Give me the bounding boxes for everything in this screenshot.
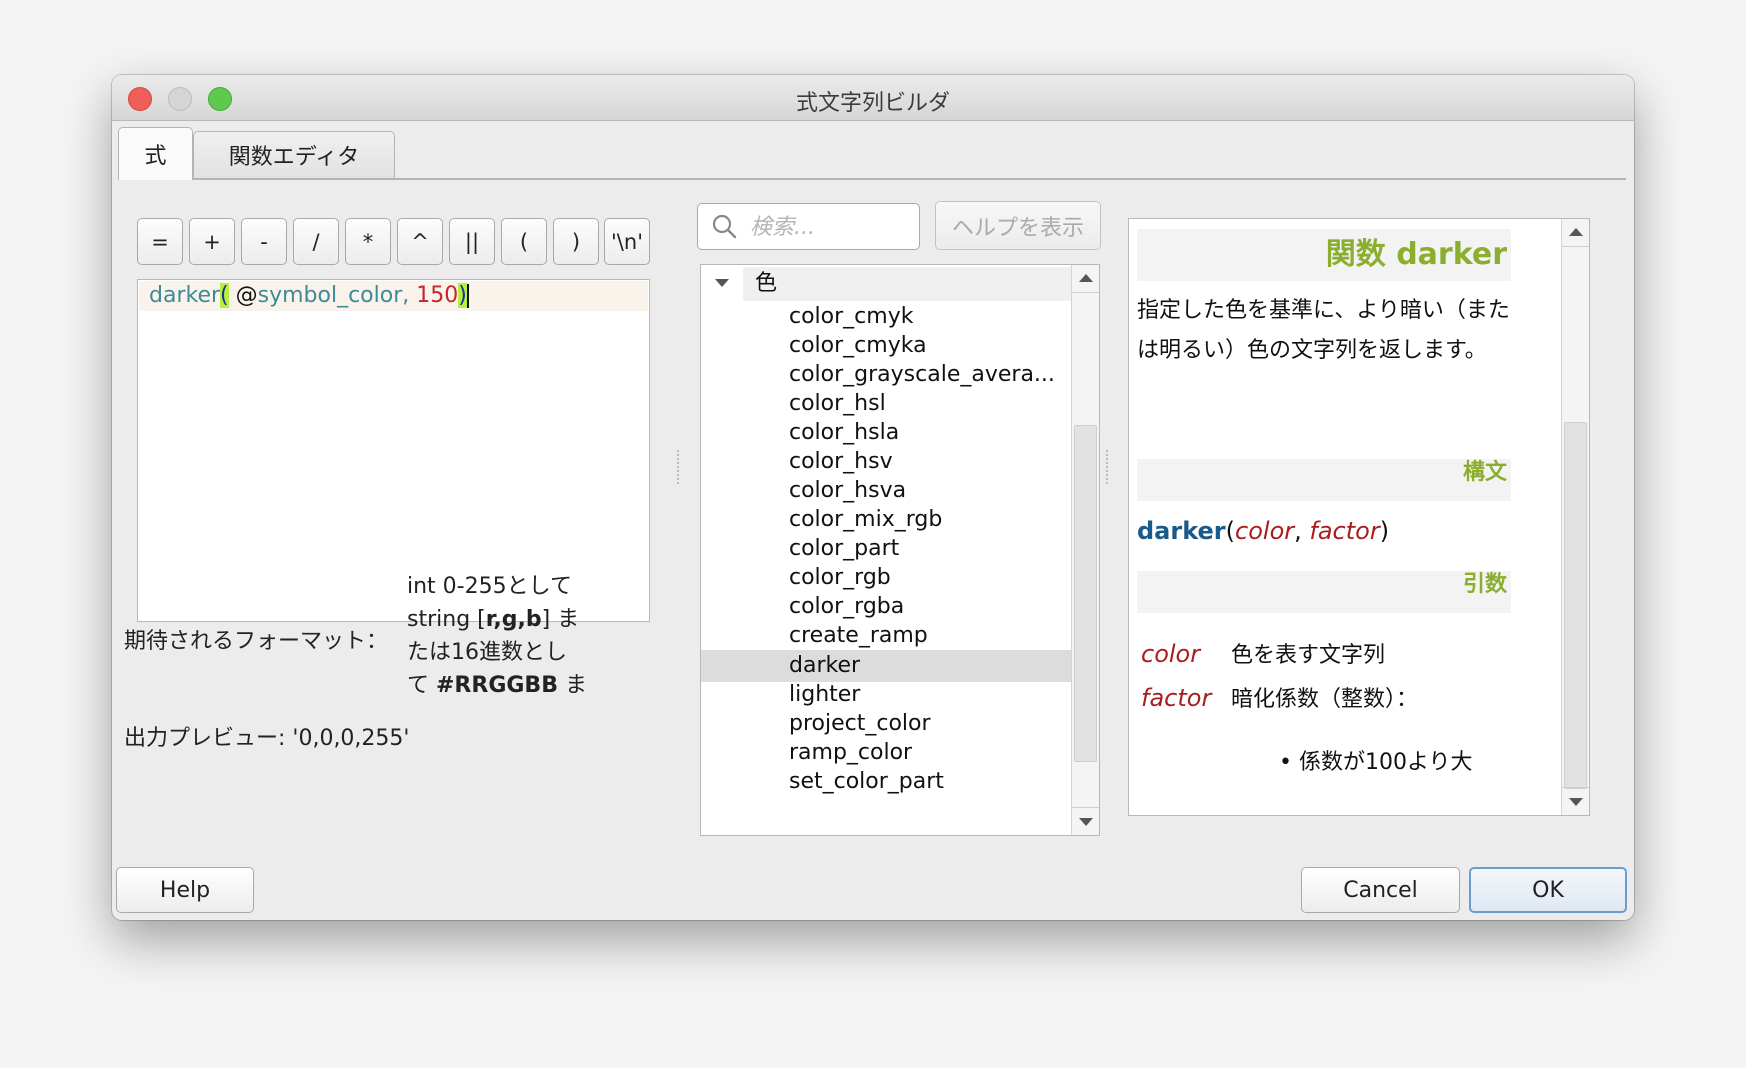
format-line: string [r,g,b] ま bbox=[407, 607, 580, 632]
cancel-button[interactable]: Cancel bbox=[1301, 867, 1460, 913]
operator-equals-button[interactable]: = bbox=[137, 218, 183, 265]
format-line: たは16進数とし bbox=[407, 640, 567, 665]
function-search-box[interactable] bbox=[697, 203, 920, 250]
expected-format-value: int 0-255として string [r,g,b] ま たは16進数とし て… bbox=[407, 570, 597, 702]
function-help-panel: 関数 darker 指定した色を基準に、より暗い（または明るい）色の文字列を返し… bbox=[1128, 218, 1590, 816]
scroll-down-arrow-icon[interactable] bbox=[1072, 807, 1099, 835]
tab-divider bbox=[118, 178, 1626, 180]
tree-item[interactable]: color_cmyk bbox=[701, 301, 1071, 333]
operator-multiply-button[interactable]: * bbox=[345, 218, 391, 265]
argument-row: factor 暗化係数（整数）： bbox=[1141, 684, 1419, 712]
tree-item[interactable]: color_hsl bbox=[701, 388, 1071, 420]
operator-minus-button[interactable]: - bbox=[241, 218, 287, 265]
tree-item[interactable]: color_rgba bbox=[701, 591, 1071, 623]
ok-button[interactable]: OK bbox=[1469, 867, 1627, 913]
tree-item[interactable]: color_hsla bbox=[701, 417, 1071, 449]
tree-scrollbar[interactable] bbox=[1071, 265, 1099, 835]
scrollbar-thumb[interactable] bbox=[1564, 422, 1587, 789]
help-description: 指定した色を基準に、より暗い（または明るい）色の文字列を返します。 bbox=[1137, 298, 1510, 363]
tree-item[interactable]: color_hsv bbox=[701, 446, 1071, 478]
token-number: 150 bbox=[416, 283, 459, 308]
operator-close-paren-button[interactable]: ) bbox=[553, 218, 599, 265]
syntax-signature: darker(color, factor) bbox=[1137, 517, 1390, 545]
help-title: 関数 darker bbox=[1137, 229, 1511, 281]
splitter-handle-left[interactable] bbox=[677, 450, 681, 484]
token-comma: , bbox=[402, 283, 417, 308]
operator-power-button[interactable]: ^ bbox=[397, 218, 443, 265]
tree-item[interactable]: create_ramp bbox=[701, 620, 1071, 652]
tree-item[interactable]: color_mix_rgb bbox=[701, 504, 1071, 536]
help-scrollbar[interactable] bbox=[1561, 219, 1589, 815]
show-help-button[interactable]: ヘルプを表示 bbox=[935, 201, 1101, 250]
token-close-paren: ) bbox=[458, 283, 467, 308]
operator-plus-button[interactable]: + bbox=[189, 218, 235, 265]
tree-item[interactable]: color_hsva bbox=[701, 475, 1071, 507]
operator-divide-button[interactable]: / bbox=[293, 218, 339, 265]
token-function: darker bbox=[149, 283, 221, 308]
tab-expression[interactable]: 式 bbox=[118, 127, 193, 180]
expression-builder-dialog: 式文字列ビルダ 式 関数エディタ = + - / * ^ || ( ) '\n'… bbox=[112, 75, 1634, 920]
tree-item-selected[interactable]: darker bbox=[701, 650, 1071, 682]
title-bar: 式文字列ビルダ bbox=[112, 75, 1634, 121]
tree-group-color[interactable]: 色 bbox=[743, 267, 1071, 301]
tree-item[interactable]: color_cmyka bbox=[701, 330, 1071, 362]
tab-bar: 式 関数エディタ bbox=[118, 127, 1628, 180]
expression-line[interactable]: darker( @symbol_color, 150) bbox=[139, 281, 648, 311]
tree-item[interactable]: project_color bbox=[701, 708, 1071, 740]
tree-item[interactable]: set_color_part bbox=[701, 766, 1071, 798]
scroll-up-arrow-icon[interactable] bbox=[1562, 219, 1589, 247]
output-preview: 出力プレビュー: '0,0,0,255' bbox=[124, 726, 410, 751]
token-at: @ bbox=[235, 283, 258, 308]
tree-item[interactable]: ramp_color bbox=[701, 737, 1071, 769]
splitter-handle-right[interactable] bbox=[1106, 450, 1110, 484]
syntax-header: 構文 bbox=[1137, 459, 1511, 501]
scrollbar-thumb[interactable] bbox=[1074, 425, 1097, 762]
token-variable: symbol_color bbox=[257, 283, 403, 308]
expected-format-label: 期待されるフォーマット： bbox=[124, 629, 389, 654]
operator-newline-button[interactable]: '\n' bbox=[604, 218, 650, 265]
operator-open-paren-button[interactable]: ( bbox=[501, 218, 547, 265]
expand-arrow-icon[interactable] bbox=[715, 279, 729, 287]
operator-concat-button[interactable]: || bbox=[449, 218, 495, 265]
tree-item[interactable]: color_rgb bbox=[701, 562, 1071, 594]
scroll-down-arrow-icon[interactable] bbox=[1562, 787, 1589, 815]
arguments-header: 引数 bbox=[1137, 571, 1511, 613]
token-open-paren: ( bbox=[220, 283, 229, 308]
search-input[interactable] bbox=[748, 210, 912, 244]
tree-item[interactable]: color_part bbox=[701, 533, 1071, 565]
format-line: int 0-255として bbox=[407, 574, 572, 599]
format-line: て #RRGGBB ま bbox=[407, 673, 587, 698]
search-icon bbox=[712, 214, 738, 244]
tree-item[interactable]: color_grayscale_avera... bbox=[701, 359, 1071, 391]
help-button[interactable]: Help bbox=[116, 867, 254, 913]
help-bullet: • 係数が100より大 bbox=[1279, 750, 1473, 775]
window-title: 式文字列ビルダ bbox=[795, 91, 950, 116]
tree-item[interactable]: lighter bbox=[701, 679, 1071, 711]
function-tree[interactable]: 色 color_cmyk color_cmyka color_grayscale… bbox=[700, 264, 1100, 836]
scroll-up-arrow-icon[interactable] bbox=[1072, 265, 1099, 293]
tab-function-editor[interactable]: 関数エディタ bbox=[193, 131, 395, 178]
text-caret bbox=[466, 284, 469, 308]
argument-row: color 色を表す文字列 bbox=[1141, 640, 1386, 668]
